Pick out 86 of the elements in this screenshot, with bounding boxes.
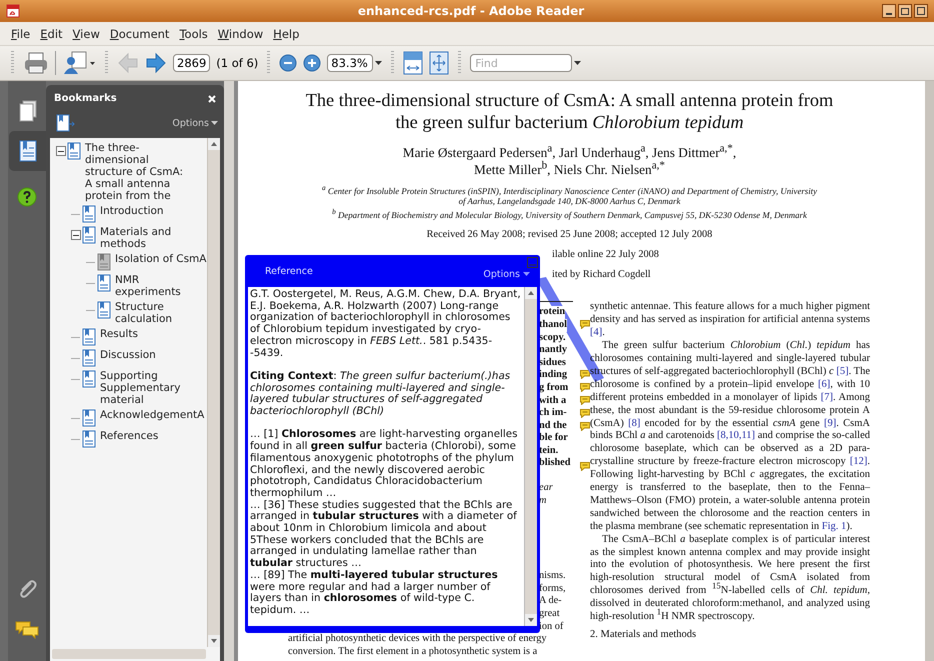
minimize-button[interactable] (882, 4, 896, 18)
bookmark-item[interactable]: AcknowledgementA (100, 409, 204, 421)
next-page-icon[interactable] (145, 52, 167, 74)
menu-item[interactable]: Document (104, 26, 174, 40)
citation-link[interactable]: [7] (820, 392, 833, 403)
window-title: enhanced-rcs.pdf - Adobe Reader (358, 4, 584, 18)
citation-link[interactable]: [5] (836, 366, 849, 377)
section-heading: 2. Materials and methods (590, 629, 698, 641)
print-icon[interactable] (23, 51, 49, 75)
text-fragment: nantly (539, 344, 568, 357)
citation-link[interactable]: [12] (850, 456, 868, 468)
bookmark-item[interactable]: The three-dimensional structure of CsmA: A small antenna protein from the (85, 142, 189, 202)
reference-text: G.T. Oostergetel, M. Reus, A.G.M. Chew, D.A. Bryant, E.J. Boekema, A.R. Holzwarth (2007) Long-range organization of bacteriochlorophyll in chlorosomes of Chlorobium tepidum investigated by cryo-electron microscopy in FEBS Lett.. 581 p.5435--5439. (250, 289, 522, 360)
date-line: ilable online 22 July 2008 (552, 249, 659, 262)
citation-link[interactable]: [6] (818, 378, 830, 390)
author-list: Marie Østergaard Pedersen$^{a}$, Jarl Underhaug$^{a}$, Jens Dittmer$^{a,*}$, Mette Miller$^{b}$, Niels Chr. Nielsen$^{a,*}$ (390, 144, 750, 178)
body-paragraph: The CsmA–BChl a baseplate complex is of particular interest as the simplest known antenna complex and may provide insight into the evolution of photosynthesis. We here present the first high-resolution structural model of CsmA isolated from chlorosomes derived from $^{15}$N-labelled cells of Chl. tepidum, dissolved in deuterated chloroform:methanol, and analyzed using high-resolution $^{1}$H NMR spectroscopy. (590, 534, 870, 624)
citation-link[interactable]: [8] (628, 418, 640, 428)
bookmark-item[interactable]: Isolation of CsmA (115, 253, 206, 265)
citing-context: Citing Context: The green sulfur bacterium(.)has chlorosomes containing multi-layered and single-layered tubular structures of self-aggregated bacteriochlorophyll (BChl) (250, 370, 512, 418)
text-fragment: inding (539, 369, 568, 382)
bookmark-item[interactable]: Structure calculation (115, 301, 207, 325)
paperclip-icon[interactable] (17, 577, 37, 599)
pages-icon (19, 100, 37, 122)
scrollbar[interactable] (925, 81, 934, 661)
affiliation: $^{a}$ Center for Insoluble Protein Structures (inSPIN), Interdisciplinary Nanoscience Center (iNANO) and Department of Chemistry, University of Aarhus, Langelandsgade 140, DK-8000 Aarhus C, Denmark (320, 183, 818, 207)
bookmark-item[interactable]: Supporting Supplementary material (100, 370, 204, 406)
bookmark-item[interactable]: Results (100, 328, 138, 340)
scrollbar[interactable] (524, 287, 537, 626)
maximize-button[interactable] (898, 4, 912, 18)
caret-icon[interactable] (574, 61, 582, 65)
affiliation: $^{b}$ Department of Biochemistry and Molecular Biology, University of Southern Denmark, Campusvej 55, DK-5230 Odense M, Denmark (331, 206, 808, 220)
options-button[interactable]: Options (172, 118, 218, 128)
menu-item[interactable]: View (68, 26, 105, 40)
comments-icon[interactable] (15, 621, 39, 639)
panel-title: Bookmarks (54, 93, 117, 104)
received-dates: Received 26 May 2008; revised 25 June 2008; accepted 12 July 2008 (426, 229, 714, 242)
bookmark-arrow-icon[interactable] (56, 114, 76, 132)
collapse-toggle[interactable] (56, 146, 66, 156)
citation-link[interactable]: [9] (824, 418, 836, 428)
collapse-toggle[interactable] (70, 230, 80, 240)
bookmark-item[interactable]: Materials and methods (100, 226, 204, 250)
people-icon[interactable] (62, 50, 96, 76)
citation-excerpt: … [89] The multi-layered tubular structures were more regular and had a larger number of layers than in chlorosomes of wild-type C. tepidum. … (250, 570, 499, 617)
close-icon[interactable] (208, 94, 216, 102)
date-line: ited by Richard Cogdell (552, 269, 651, 282)
pdf-document-icon (6, 4, 20, 18)
help-icon[interactable] (17, 187, 37, 207)
menu-item[interactable]: Edit (35, 26, 68, 40)
bookmark-item[interactable]: Introduction (100, 205, 164, 217)
fit-width-icon[interactable] (403, 51, 424, 75)
article-title: The three-dimensional structure of CsmA: A small antenna protein from the green sulfur bacterium Chlorobium tepidum (304, 89, 834, 133)
citation-link[interactable]: [4] (590, 327, 602, 338)
text-fragment: great (539, 608, 560, 621)
popup-title: Reference (265, 266, 313, 276)
body-text-line: artificial photosynthetic devices with the perspective of energy (287, 633, 547, 646)
citation-excerpt: … [36] These studies suggested that the BChls are arranged in tubular structures with a diameter of about 10nm in Chlorobium limicola and about 5These workers concluded that the BChls are arranged in undulating lamellae rather than tubular structures … (250, 500, 518, 570)
bookmark-item[interactable]: Discussion (100, 349, 156, 361)
body-text-line: conversion. The first element in a photosynthetic system is a (287, 646, 538, 658)
text-fragment: rotein (539, 306, 566, 319)
bookmark-icon (19, 140, 37, 162)
find-field[interactable]: Find (470, 54, 572, 72)
zoom-field[interactable]: 83.3% (327, 54, 374, 72)
menu-item[interactable]: File (6, 26, 36, 40)
citation-link[interactable]: [8,10,11] (716, 430, 756, 442)
body-paragraph: synthetic antennae. This feature allows for a much higher pigment density and has served as inspiration for artificial antenna systems [4]. (590, 301, 870, 340)
bookmark-item[interactable]: References (100, 430, 158, 442)
menu-item[interactable]: Tools (174, 26, 213, 40)
close-button[interactable] (914, 4, 928, 18)
bookmarks-tab[interactable] (9, 131, 47, 171)
menu-item[interactable]: Window (212, 26, 268, 40)
zoom-in-icon[interactable] (303, 54, 322, 72)
options-button[interactable]: Options (483, 268, 530, 280)
citation-link[interactable]: Fig. 1 (822, 520, 846, 532)
bookmark-item[interactable]: NMR experiments (115, 274, 207, 298)
zoom-out-icon[interactable] (279, 54, 298, 72)
menu-item[interactable]: Help (268, 26, 304, 40)
caret-icon[interactable] (375, 61, 382, 65)
page-count: (1 of 6) (216, 56, 258, 70)
caret-icon (211, 121, 218, 125)
scrollbar[interactable] (207, 138, 220, 647)
citation-excerpt: … [1] Chlorosomes are light-harvesting organelles found in all green sulfur bacteria (Chlorobi), some filamentous anoxygenic phototrophs of the phylum Chloroflexi, and the newly discovered aerobic phototroph, Candidatus Chloracidobacterium thermophilum … (250, 429, 518, 500)
fit-page-icon[interactable] (429, 51, 450, 75)
page-number-field[interactable]: 2869 (173, 54, 210, 72)
horizontal-scrollbar[interactable] (52, 649, 206, 659)
caret-icon (523, 272, 530, 276)
